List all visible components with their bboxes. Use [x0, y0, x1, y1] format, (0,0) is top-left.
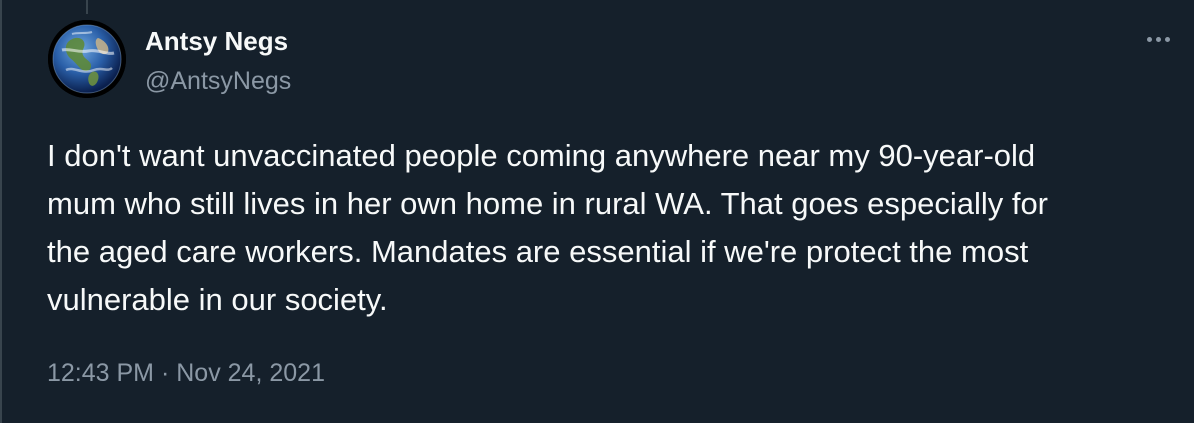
thread-connector-line [86, 0, 88, 14]
timestamp-separator: · [160, 359, 170, 387]
tweet-timestamp[interactable]: 12:43 PM · Nov 24, 2021 [47, 356, 325, 390]
more-dot [1164, 36, 1170, 42]
tweet-text-line: I don't want unvaccinated people coming … [47, 138, 1036, 173]
more-options-icon[interactable] [1138, 26, 1178, 52]
tweet-text: I don't want unvaccinated people coming … [47, 132, 1187, 324]
more-dot [1146, 36, 1152, 42]
earth-globe-icon [48, 20, 126, 98]
author-handle[interactable]: @AntsyNegs [145, 65, 291, 97]
author-display-name[interactable]: Antsy Negs [145, 24, 288, 58]
tweet-date: Nov 24, 2021 [176, 359, 325, 387]
tweet-text-line: the aged care workers. Mandates are esse… [47, 234, 1029, 269]
left-border-divider [0, 0, 2, 423]
avatar[interactable] [48, 20, 126, 98]
tweet-time: 12:43 PM [47, 359, 155, 387]
tweet-text-line: mum who still lives in her own home in r… [47, 186, 1049, 221]
tweet-text-line: vulnerable in our society. [47, 282, 388, 317]
more-dot [1155, 36, 1161, 42]
